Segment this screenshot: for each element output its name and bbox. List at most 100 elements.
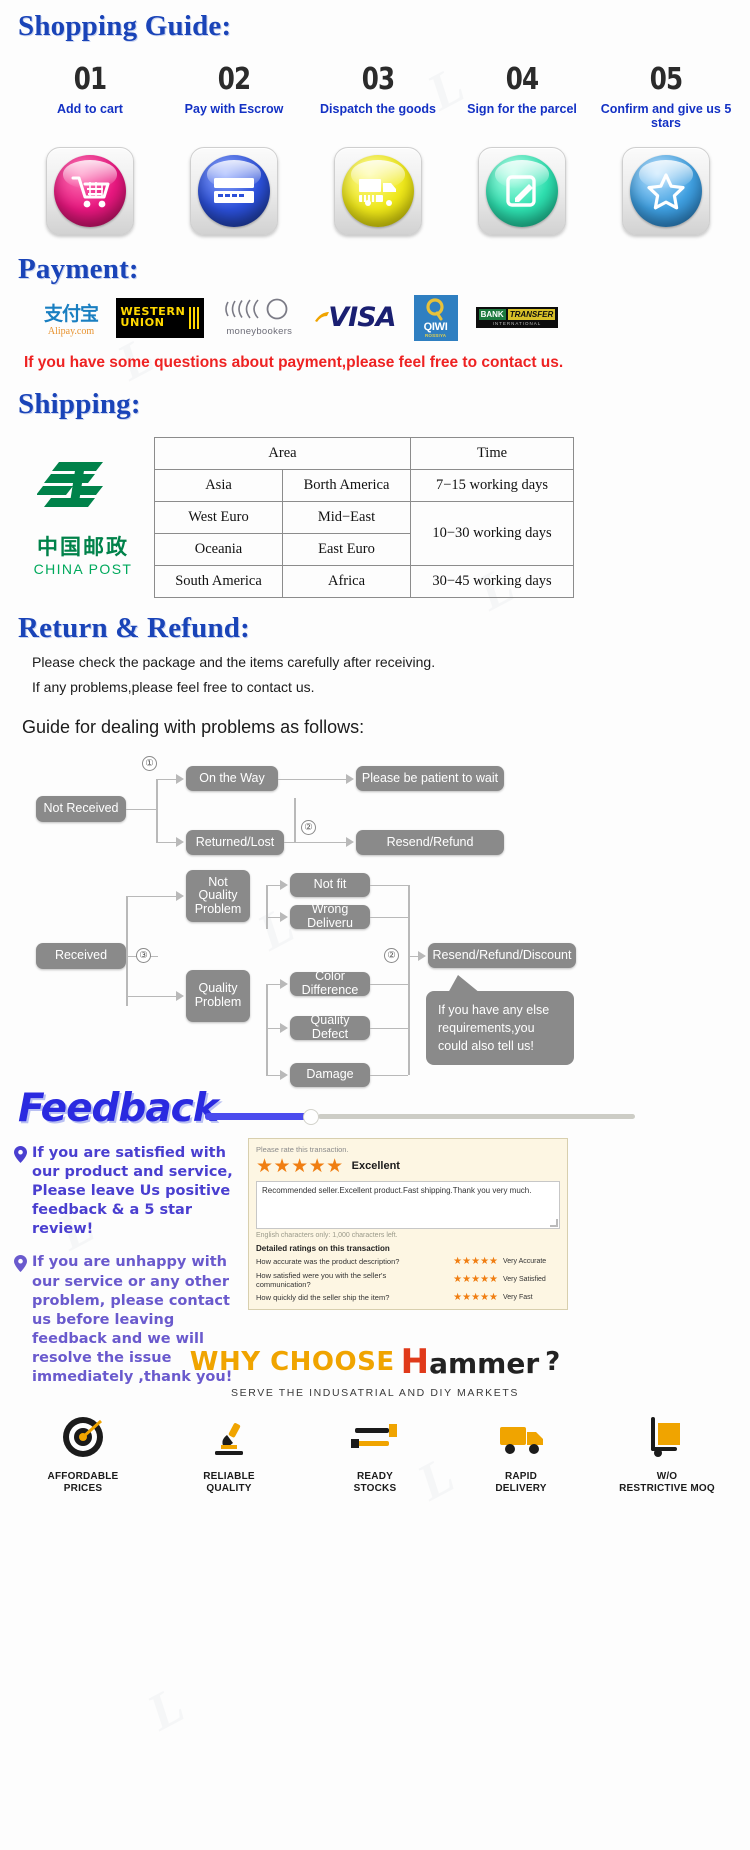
china-post-cn: 中国邮政: [37, 534, 129, 559]
rating-word: Excellent: [351, 1160, 400, 1173]
overall-star-rating[interactable]: ★★★★★: [256, 1157, 344, 1176]
rating-stars[interactable]: ★★★★★: [440, 1274, 498, 1285]
rating-question: How accurate was the product description…: [256, 1257, 400, 1267]
feedback-slider[interactable]: [205, 1108, 635, 1125]
flow-resend-refund: Resend/Refund: [356, 829, 504, 855]
benefit-line1: W/O: [656, 1470, 678, 1482]
target-icon: [63, 1416, 103, 1457]
flow-not-fit: Not fit: [290, 872, 370, 897]
area-b: Africa: [282, 564, 411, 598]
rating-stars[interactable]: ★★★★★: [440, 1292, 498, 1303]
qiwi-logo: QIWI ROSSIYA: [413, 294, 458, 341]
area-b: Borth America: [282, 468, 411, 502]
feedback-point-2: If you are unhappy with our service or a…: [14, 1253, 242, 1387]
slider-filled-track: [205, 1112, 310, 1120]
area-a: Oceania: [154, 532, 283, 566]
step-05: 05 Confirm and give us 5 stars: [594, 65, 738, 131]
resize-handle-icon[interactable]: [550, 1218, 558, 1227]
return-refund-section: Return & Refund: Please check the packag…: [0, 598, 750, 1087]
credit-card-icon: [198, 154, 270, 227]
product-description-page: L L L L L L L Shopping Guide: 01 Add to …: [0, 0, 750, 1850]
step-number: 05: [649, 62, 683, 97]
feedback-point-text: If you are satisfied with our product an…: [32, 1144, 233, 1238]
icon-cell-3: [306, 146, 450, 235]
benefit-line2: RESTRICTIVE MOQ: [619, 1482, 715, 1494]
step-03: 03 Dispatch the goods: [306, 65, 450, 131]
flow-returned-lost: Returned/Lost: [186, 829, 284, 855]
alipay-logo: 支付宝 Alipay.com: [44, 298, 99, 338]
icon-cell-5: [594, 146, 738, 235]
shipping-title: Shipping:: [18, 387, 141, 420]
shopping-guide-section: Shopping Guide: 01 Add to cart 02 Pay wi…: [0, 0, 750, 235]
benefit-line2: STOCKS: [353, 1482, 397, 1494]
benefit-ready-stocks: READY STOCKS: [302, 1415, 448, 1495]
flow-mark-2: ②: [301, 819, 316, 835]
return-line-1: Please check the package and the items c…: [32, 653, 436, 670]
icon-tile: [190, 146, 278, 235]
table-row: South America Africa 30−45 working days: [154, 564, 574, 598]
benefit-reliable-quality: RELIABLE QUALITY: [156, 1415, 302, 1495]
slider-handle[interactable]: [303, 1108, 319, 1125]
benefit-rapid-delivery: RAPID DELIVERY: [448, 1415, 594, 1495]
icon-cell-2: [162, 146, 306, 235]
brand-name: ammer: [429, 1346, 540, 1380]
shopping-cart-icon: [54, 154, 126, 227]
western-union-logo: WESTERN UNION: [116, 297, 205, 338]
rating-row: How accurate was the product description…: [256, 1256, 560, 1267]
china-post-logo: 中国邮政 CHINA POST: [18, 458, 148, 577]
header-area: Area: [154, 436, 411, 470]
icon-tile: [46, 146, 134, 235]
moneybookers-logo: moneybookers: [222, 298, 296, 338]
why-question-mark: ?: [545, 1346, 561, 1377]
time-value: 30−45 working days: [410, 564, 574, 598]
rating-question: How satisfied were you with the seller's…: [256, 1270, 387, 1289]
step-caption: Add to cart: [57, 102, 123, 116]
benefit-line1: RELIABLE: [203, 1470, 255, 1482]
shipping-section: Shipping: 中国邮政 CHINA POST Area Time Asia…: [0, 372, 750, 598]
shopping-guide-icons: [18, 146, 750, 235]
return-refund-title: Return & Refund:: [18, 611, 250, 644]
shopping-guide-title: Shopping Guide:: [18, 10, 232, 42]
step-02: 02 Pay with Escrow: [162, 65, 306, 131]
rating-stars[interactable]: ★★★★★: [440, 1256, 498, 1267]
qiwi-label: QIWI: [423, 321, 448, 334]
feedback-point-text: If you are unhappy with our service or a…: [32, 1254, 233, 1386]
icon-tile: [478, 146, 566, 235]
step-04: 04 Sign for the parcel: [450, 65, 594, 131]
flow-not-received: Not Received: [36, 795, 126, 822]
alipay-label: Alipay.com: [47, 325, 95, 337]
visa-label: VISA: [328, 302, 396, 334]
area-b: Mid−East: [282, 500, 411, 534]
sign-document-icon: [486, 154, 558, 227]
benefit-line1: AFFORDABLE: [47, 1470, 119, 1482]
feedback-points: If you are satisfied with our product an…: [14, 1144, 242, 1402]
benefit-line1: READY: [356, 1470, 393, 1482]
bank-transfer-a: BANK: [478, 309, 506, 321]
rating-row: How quickly did the seller ship the item…: [256, 1292, 560, 1303]
table-row: West Euro Mid−East 10−30 working days: [154, 500, 574, 566]
brand-initial: H: [400, 1341, 430, 1382]
flow-mark-1: ①: [142, 755, 157, 771]
flow-on-the-way: On the Way: [186, 765, 278, 791]
moneybookers-waves-icon: [225, 298, 288, 320]
location-pin-icon: [14, 1255, 27, 1387]
flow-be-patient: Please be patient to wait: [356, 765, 504, 791]
icon-cell-1: [18, 146, 162, 235]
slider-empty-track: [318, 1113, 635, 1119]
feedback-title: Feedback: [18, 1085, 219, 1131]
payment-note: If you have some questions about payment…: [24, 353, 564, 371]
rate-transaction-label: Please rate this transaction.: [256, 1144, 349, 1154]
flow-quality-defect: Quality Defect: [290, 1014, 370, 1041]
hand-truck-icon: [651, 1416, 680, 1457]
step-caption: Sign for the parcel: [467, 102, 577, 116]
feedback-comment-box[interactable]: Recommended seller.Excellent product.Fas…: [256, 1180, 560, 1229]
benefit-line1: RAPID: [504, 1470, 538, 1482]
microscope-icon: [215, 1422, 243, 1455]
rating-label: Very Accurate: [503, 1258, 547, 1266]
rating-row: How satisfied were you with the seller's…: [256, 1271, 560, 1289]
benefit-line2: PRICES: [63, 1482, 103, 1494]
rating-label: Very Satisfied: [503, 1276, 546, 1284]
payment-logos: 支付宝 Alipay.com WESTERN UNION moneybooker…: [18, 294, 750, 341]
character-hint: English characters only: 1,000 character…: [256, 1231, 398, 1239]
bank-transfer-b: TRANSFER: [507, 309, 556, 321]
